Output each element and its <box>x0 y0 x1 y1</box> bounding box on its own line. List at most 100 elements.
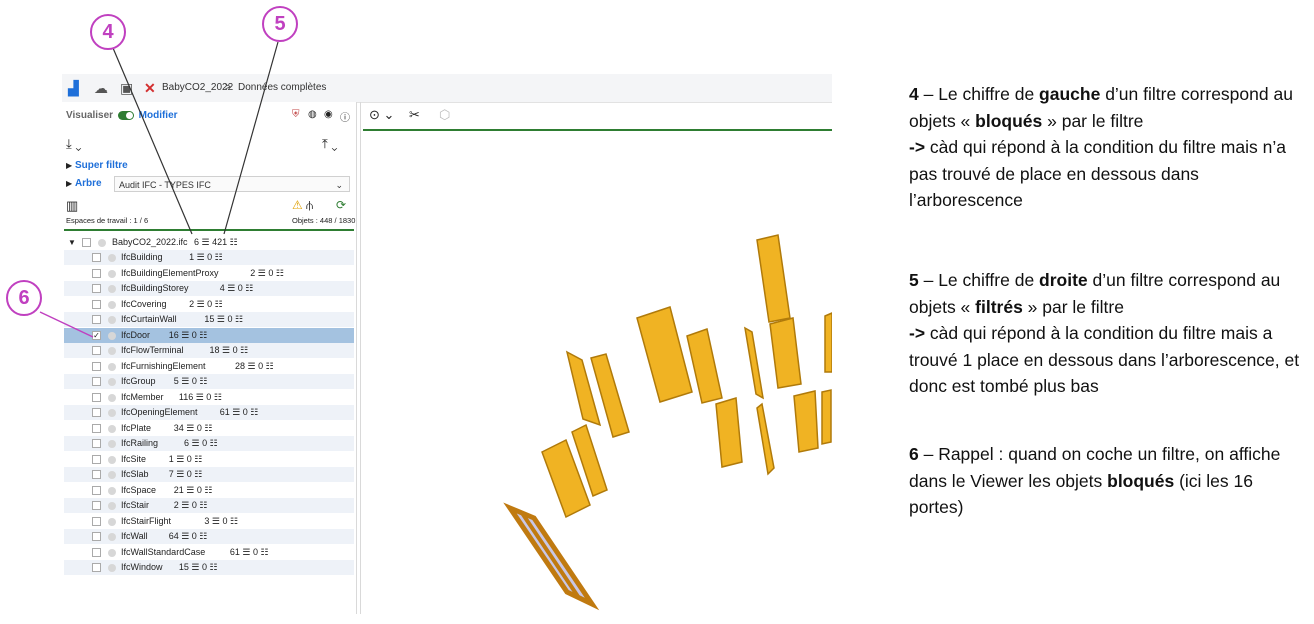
tree-row[interactable]: IfcMember 116 ☰ 0 ☷ <box>64 390 354 405</box>
refresh-icon[interactable]: ⟳ <box>336 198 346 212</box>
tree-row[interactable]: IfcFurnishingElement 28 ☰ 0 ☷ <box>64 359 354 374</box>
split-icon[interactable]: ⫛ <box>306 198 313 213</box>
tree-row[interactable]: IfcSite 1 ☰ 0 ☷ <box>64 452 354 467</box>
row-checkbox[interactable] <box>92 439 101 448</box>
door-mullion <box>520 511 581 600</box>
help-icon[interactable]: ⓘ <box>340 109 350 124</box>
caret-down-icon[interactable]: ▼ <box>68 235 76 250</box>
status-dot <box>108 424 116 433</box>
row-checkbox[interactable] <box>92 501 101 510</box>
tree-row[interactable]: IfcWindow 15 ☰ 0 ☷ <box>64 560 354 575</box>
note-text: -> <box>909 137 926 157</box>
tree-row[interactable]: IfcOpeningElement 61 ☰ 0 ☷ <box>64 405 354 420</box>
row-checkbox[interactable] <box>92 299 101 309</box>
super-filtre-toggle[interactable]: ▶ Super filtre <box>66 160 128 171</box>
row-label: IfcSpace <box>121 484 157 495</box>
app-logo-icon[interactable]: ▟ <box>68 80 79 97</box>
save-icon[interactable]: ▣ <box>120 80 133 97</box>
row-checkbox[interactable] <box>92 253 101 262</box>
row-counts: 16 ☰ 0 ☷ <box>168 329 208 340</box>
scissors-icon[interactable]: ✂ <box>409 107 420 123</box>
tree-row[interactable]: IfcStair 2 ☰ 0 ☷ <box>64 498 354 513</box>
box-icon[interactable]: ⬡ <box>439 107 450 123</box>
note-text: droite <box>1039 270 1088 290</box>
library-icon[interactable]: ▥ <box>66 198 78 214</box>
row-checkbox[interactable] <box>92 408 101 417</box>
breadcrumb-project[interactable]: BabyCO2_2022 <box>162 82 233 93</box>
tree-row[interactable]: IfcWallStandardCase 61 ☰ 0 ☷ <box>64 545 354 560</box>
badge-icon[interactable]: ⛨ <box>292 109 300 120</box>
row-checkbox[interactable] <box>92 516 101 526</box>
mode-switch[interactable]: Visualiser Modifier <box>66 110 178 121</box>
door-object[interactable] <box>636 306 693 403</box>
tree-row[interactable]: ✓ IfcDoor 16 ☰ 0 ☷ <box>64 327 354 343</box>
tree-row[interactable]: IfcCovering 2 ☰ 0 ☷ <box>64 297 354 312</box>
door-object[interactable] <box>756 402 775 476</box>
row-label: IfcMember <box>121 391 164 402</box>
import-icon[interactable]: ⤓ ⌄ <box>66 136 82 152</box>
arbre-select[interactable]: Audit IFC - TYPES IFC ⌄ <box>114 176 350 192</box>
row-checkbox[interactable] <box>92 454 101 464</box>
row-checkbox[interactable] <box>92 268 101 278</box>
tree-row[interactable]: IfcWall 64 ☰ 0 ☷ <box>64 529 354 544</box>
door-object[interactable] <box>821 389 832 445</box>
warning-icon[interactable]: ⚠ <box>292 198 303 212</box>
breadcrumb-dataset[interactable]: Données complètes <box>238 82 326 93</box>
status-dot <box>108 533 116 541</box>
tree-row[interactable]: IfcFlowTerminal 18 ☰ 0 ☷ <box>64 343 354 358</box>
row-checkbox[interactable] <box>92 315 101 324</box>
cloud-off-icon[interactable]: ☁ <box>94 80 108 97</box>
tree-row[interactable]: IfcCurtainWall 15 ☰ 0 ☷ <box>64 312 354 327</box>
mode-toggle[interactable] <box>117 110 134 120</box>
tree-row[interactable]: IfcPlate 34 ☰ 0 ☷ <box>64 421 354 436</box>
close-icon[interactable]: ✕ <box>144 80 156 97</box>
row-checkbox[interactable] <box>92 423 101 433</box>
tree-root[interactable]: ▼ BabyCO2_2022.ifc 6 ☰ 421 ☷ <box>64 235 354 250</box>
row-checkbox[interactable] <box>92 563 101 572</box>
row-checkbox[interactable] <box>92 284 101 293</box>
door-object[interactable] <box>756 234 791 323</box>
row-checkbox[interactable] <box>92 485 101 495</box>
row-checkbox[interactable] <box>92 377 101 386</box>
viewer-3d[interactable] <box>363 131 832 614</box>
tree-row[interactable]: IfcBuildingElementProxy 2 ☰ 0 ☷ <box>64 266 354 281</box>
panel-divider <box>64 229 354 231</box>
tree-row[interactable]: IfcSlab 7 ☰ 0 ☷ <box>64 467 354 482</box>
row-checkbox[interactable] <box>92 346 101 355</box>
root-checkbox[interactable] <box>82 238 91 247</box>
row-counts: 34 ☰ 0 ☷ <box>173 422 213 433</box>
tree-row[interactable]: IfcRailing 6 ☰ 0 ☷ <box>64 436 354 451</box>
row-label: IfcWallStandardCase <box>121 546 206 557</box>
tree-row[interactable]: IfcBuildingStorey 4 ☰ 0 ☷ <box>64 281 354 296</box>
row-checkbox[interactable]: ✓ <box>92 330 101 340</box>
callout-6: 6 <box>6 280 42 316</box>
row-checkbox[interactable] <box>92 470 101 479</box>
row-label: IfcPlate <box>121 422 152 433</box>
tree-row[interactable]: IfcBuilding 1 ☰ 0 ☷ <box>64 250 354 265</box>
eye-icon[interactable]: ◉ <box>324 109 333 120</box>
export-icon[interactable]: ⤒ ⌄ <box>322 136 338 152</box>
callout-4: 4 <box>90 14 126 50</box>
door-object[interactable] <box>769 317 802 389</box>
note-text: – Le chiffre de <box>918 270 1040 290</box>
row-counts: 2 ☰ 0 ☷ <box>250 267 284 278</box>
row-checkbox[interactable] <box>92 361 101 371</box>
row-checkbox[interactable] <box>92 547 101 557</box>
tree-row[interactable]: IfcSpace 21 ☰ 0 ☷ <box>64 483 354 498</box>
door-object[interactable] <box>744 326 764 400</box>
row-checkbox[interactable] <box>92 392 101 402</box>
note-4: 4 – Le chiffre de gauche d’un filtre cor… <box>909 81 1309 214</box>
palette-icon[interactable]: ◍ <box>308 109 317 120</box>
objects-count: Objets : 448 / 1830 <box>292 216 356 225</box>
door-object[interactable] <box>793 390 819 453</box>
row-label: IfcBuilding <box>121 252 163 262</box>
note-6: 6 – Rappel : quand on coche un filtre, o… <box>909 441 1309 521</box>
tree-row[interactable]: IfcGroup 5 ☰ 0 ☷ <box>64 374 354 389</box>
tree-row[interactable]: IfcStairFlight 3 ☰ 0 ☷ <box>64 514 354 529</box>
arbre-toggle[interactable]: ▶ Arbre <box>66 178 102 189</box>
door-object[interactable] <box>715 397 743 468</box>
door-object[interactable] <box>824 312 832 373</box>
row-checkbox[interactable] <box>92 532 101 541</box>
note-text: bloqués <box>975 110 1043 131</box>
camera-icon[interactable]: ⊙ ⌄ <box>369 107 394 123</box>
